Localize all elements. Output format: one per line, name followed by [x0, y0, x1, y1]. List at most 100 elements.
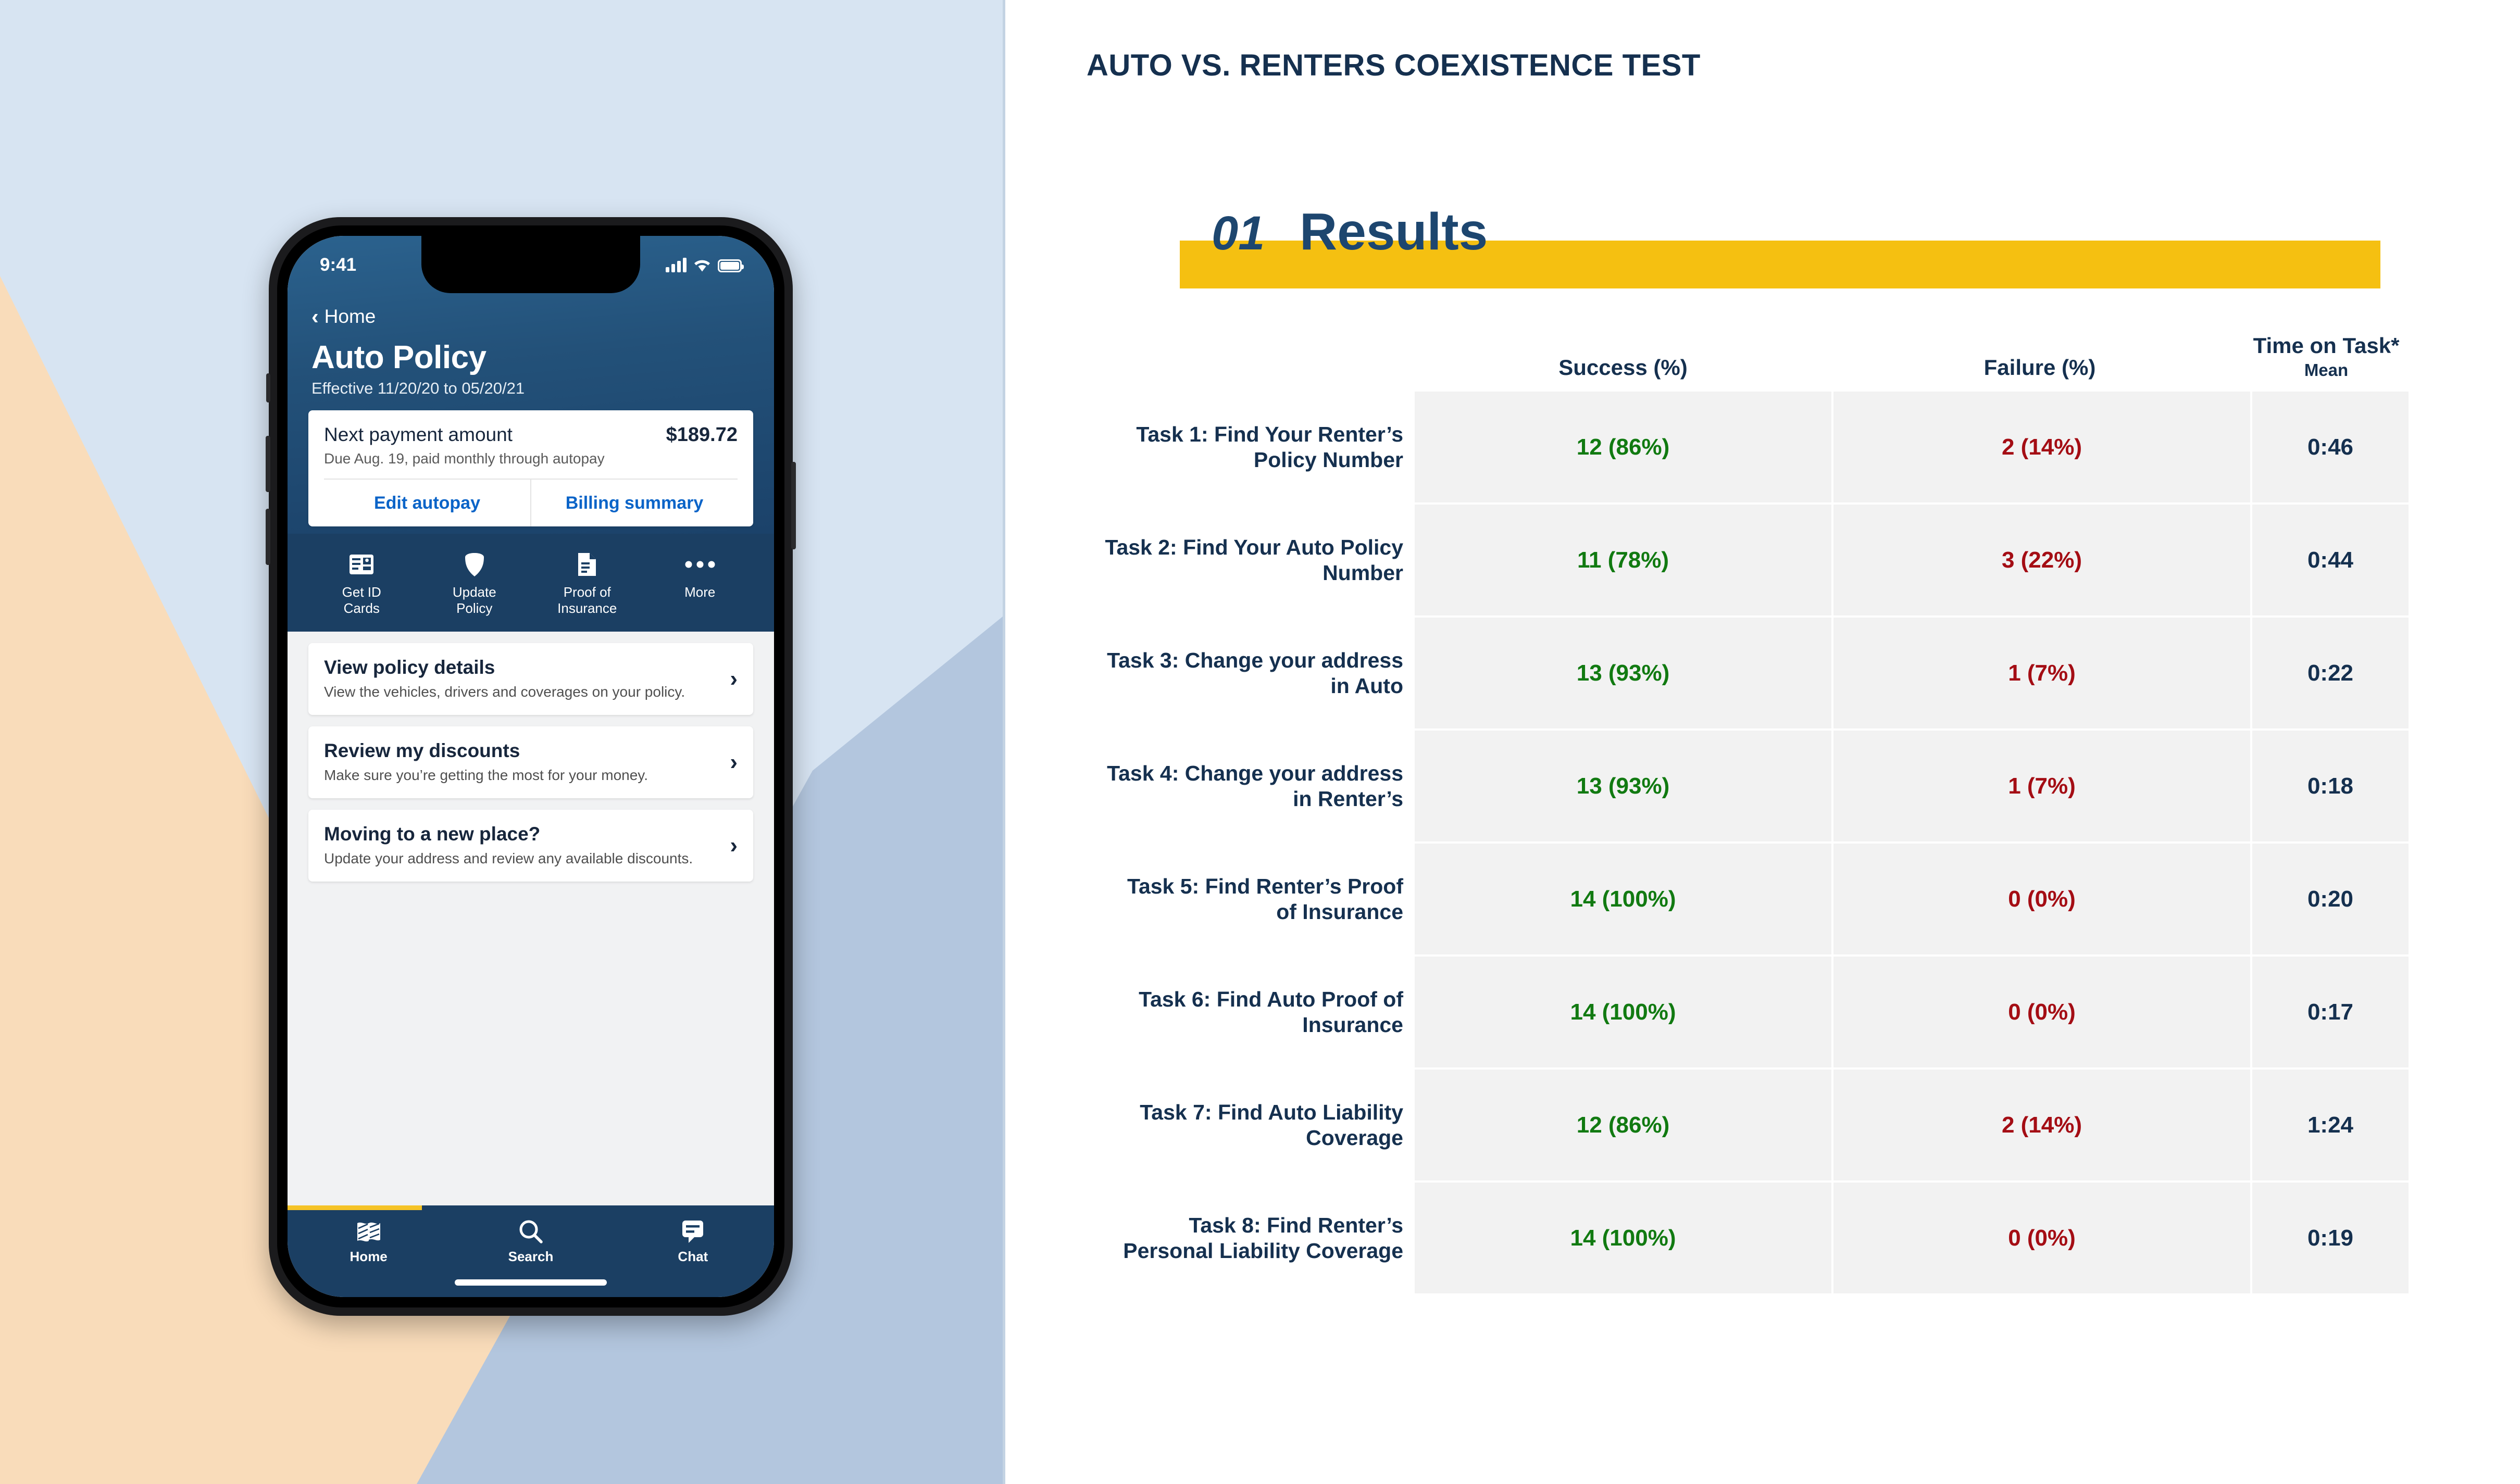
- shield-icon: [464, 551, 485, 577]
- list-item-description: Update your address and review any avail…: [324, 850, 693, 866]
- column-header-failure: Failure (%): [1983, 355, 2096, 380]
- edit-autopay-button[interactable]: Edit autopay: [324, 480, 530, 526]
- section-name: Results: [1300, 203, 1488, 261]
- list-item-view-policy-details[interactable]: View policy details View the vehicles, d…: [308, 643, 753, 715]
- phone-notch: [421, 236, 640, 293]
- phone-volume-down-button: [266, 509, 270, 565]
- battery-icon: [718, 259, 744, 272]
- tab-accent-bar: [288, 1205, 422, 1210]
- cell-time: 0:22: [2252, 618, 2409, 728]
- cell-failure: 1 (7%): [1833, 731, 2250, 841]
- cell-task: Task 7: Find Auto Liability Coverage: [1102, 1070, 1415, 1180]
- quick-action-proof-of-insurance[interactable]: Proof of Insurance: [531, 551, 644, 616]
- table-row: Task 8: Find Renter’s Personal Liability…: [1102, 1183, 2462, 1293]
- cell-success: 14 (100%): [1415, 1183, 1831, 1293]
- list-item-review-my-discounts[interactable]: Review my discounts Make sure you’re get…: [308, 726, 753, 798]
- quick-action-update-policy[interactable]: Update Policy: [418, 551, 531, 616]
- payment-due-note: Due Aug. 19, paid monthly through autopa…: [324, 450, 605, 467]
- table-row: Task 4: Change your address in Renter’s 1…: [1102, 731, 2462, 841]
- chevron-right-icon: ›: [730, 749, 738, 775]
- tab-label: Home: [350, 1249, 388, 1264]
- payment-label: Next payment amount: [324, 424, 513, 445]
- list-item-title: Review my discounts: [324, 740, 520, 762]
- quick-action-label: Get ID Cards: [342, 584, 381, 616]
- quick-action-more[interactable]: More: [644, 551, 757, 616]
- cell-time: 0:17: [2252, 957, 2409, 1067]
- list-item-description: Make sure you’re getting the most for yo…: [324, 767, 648, 784]
- deck-title: AUTO VS. RENTERS COEXISTENCE TEST: [1087, 48, 1701, 82]
- cell-task: Task 4: Change your address in Renter’s: [1102, 731, 1415, 841]
- cell-task: Task 2: Find Your Auto Policy Number: [1102, 505, 1415, 615]
- payment-amount-row: Next payment amount $189.72: [324, 424, 738, 446]
- tabs: Home Search Chat: [288, 1219, 774, 1265]
- home-indicator[interactable]: [455, 1279, 607, 1286]
- policy-effective-dates: Effective 11/20/20 to 05/20/21: [311, 379, 525, 397]
- bottom-tab-bar: Home Search Chat: [288, 1205, 774, 1297]
- tab-chat[interactable]: Chat: [612, 1219, 774, 1265]
- flag-home-icon: [355, 1219, 382, 1244]
- quick-action-label: More: [684, 584, 716, 600]
- table-row: Task 6: Find Auto Proof of Insurance 14 (…: [1102, 957, 2462, 1067]
- cell-task: Task 6: Find Auto Proof of Insurance: [1102, 957, 1415, 1067]
- status-indicators: [666, 258, 744, 272]
- status-time: 9:41: [320, 255, 357, 275]
- cell-success: 14 (100%): [1415, 957, 1831, 1067]
- cell-failure: 2 (14%): [1833, 392, 2250, 502]
- payment-actions: Edit autopay Billing summary: [324, 479, 738, 526]
- results-table: Success (%) Failure (%) Time on Task* Me…: [1102, 323, 2462, 1296]
- cell-task: Task 3: Change your address in Auto: [1102, 618, 1415, 728]
- search-icon: [519, 1219, 543, 1244]
- table-body: Task 1: Find Your Renter’s Policy Number…: [1102, 392, 2462, 1293]
- tab-search[interactable]: Search: [450, 1219, 612, 1265]
- cell-success: 13 (93%): [1415, 731, 1831, 841]
- chevron-left-icon: ‹: [311, 304, 319, 329]
- list-item-text: View policy details View the vehicles, d…: [324, 657, 721, 701]
- tab-label: Chat: [678, 1249, 708, 1264]
- next-payment-card: Next payment amount $189.72 Due Aug. 19,…: [308, 410, 753, 526]
- cell-failure: 0 (0%): [1833, 844, 2250, 954]
- cell-time: 0:44: [2252, 505, 2409, 615]
- cell-time: 0:18: [2252, 731, 2409, 841]
- cell-failure: 2 (14%): [1833, 1070, 2250, 1180]
- chat-bubble-icon: [681, 1219, 704, 1244]
- quick-action-get-id-cards[interactable]: Get ID Cards: [305, 551, 418, 616]
- tab-label: Search: [508, 1249, 554, 1264]
- table-row: Task 7: Find Auto Liability Coverage 12 (…: [1102, 1070, 2462, 1180]
- phone-silence-switch: [266, 373, 270, 403]
- billing-summary-button[interactable]: Billing summary: [530, 480, 738, 526]
- cell-failure: 3 (22%): [1833, 505, 2250, 615]
- quick-actions-row: Get ID Cards Update Policy Proof of Insu…: [288, 534, 774, 632]
- id-card-icon: [349, 551, 374, 577]
- list-item-moving-to-a-new-place[interactable]: Moving to a new place? Update your addre…: [308, 810, 753, 882]
- cell-task: Task 1: Find Your Renter’s Policy Number: [1102, 392, 1415, 502]
- cell-failure: 0 (0%): [1833, 1183, 2250, 1293]
- phone-showcase-panel: 9:41 ‹ Home Auto Policy Effective 11/20/…: [0, 0, 1005, 1484]
- list-item-text: Review my discounts Make sure you’re get…: [324, 740, 721, 785]
- section-heading: 01 Results: [1162, 203, 2422, 305]
- column-header-time-main: Time on Task*: [2253, 333, 2400, 358]
- phone-power-button: [791, 462, 796, 549]
- table-row: Task 2: Find Your Auto Policy Number 11 (…: [1102, 505, 2462, 615]
- cellular-signal-icon: [666, 258, 687, 272]
- cell-success: 11 (78%): [1415, 505, 1831, 615]
- cell-success: 12 (86%): [1415, 392, 1831, 502]
- results-panel: AUTO VS. RENTERS COEXISTENCE TEST 01 Res…: [1005, 0, 2520, 1484]
- page-title: Auto Policy: [311, 339, 486, 375]
- phone-mockup: 9:41 ‹ Home Auto Policy Effective 11/20/…: [266, 217, 796, 1316]
- ellipsis-icon: [685, 551, 715, 577]
- cell-failure: 1 (7%): [1833, 618, 2250, 728]
- list-item-text: Moving to a new place? Update your addre…: [324, 823, 721, 868]
- chevron-right-icon: ›: [730, 832, 738, 858]
- column-header-task: [1102, 380, 1415, 392]
- column-header-time-on-task: Time on Task* Mean: [2248, 333, 2404, 392]
- wifi-icon: [694, 260, 710, 272]
- payment-amount: $189.72: [666, 424, 738, 446]
- section-number: 01: [1212, 207, 1265, 260]
- cell-success: 14 (100%): [1415, 844, 1831, 954]
- back-to-home-link[interactable]: ‹ Home: [288, 294, 774, 328]
- cell-task: Task 5: Find Renter’s Proof of Insurance: [1102, 844, 1415, 954]
- chevron-right-icon: ›: [730, 666, 738, 692]
- cell-task: Task 8: Find Renter’s Personal Liability…: [1102, 1183, 1415, 1293]
- tab-home[interactable]: Home: [288, 1219, 450, 1265]
- quick-action-label: Update Policy: [452, 584, 496, 616]
